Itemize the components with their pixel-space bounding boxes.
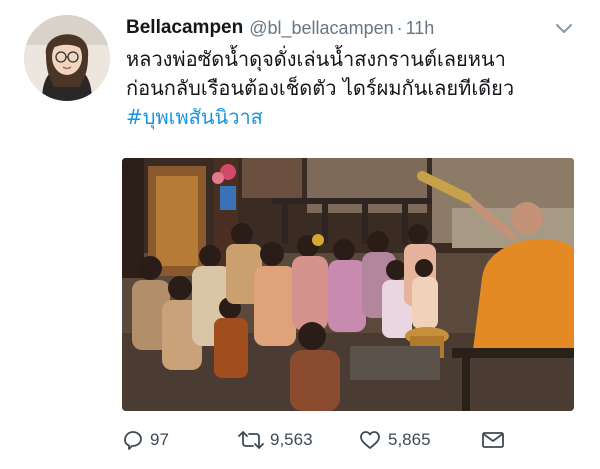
chevron-down-icon[interactable] xyxy=(552,16,576,40)
retweet-button[interactable]: 9,563 xyxy=(238,428,313,452)
display-name[interactable]: Bellacampen xyxy=(126,17,243,39)
tweet-text-line: หลวงพ่อซัดน้ำดุจดั่งเล่นน้ำสงกรานต์เลยหน… xyxy=(126,47,506,71)
retweet-icon xyxy=(238,431,264,449)
tweet-text: หลวงพ่อซัดน้ำดุจดั่งเล่นน้ำสงกรานต์เลยหน… xyxy=(126,45,586,132)
reply-icon xyxy=(124,431,142,450)
separator-dot: · xyxy=(396,17,403,38)
tweet-photo[interactable] xyxy=(122,158,574,411)
reply-button[interactable]: 97 xyxy=(120,428,169,452)
tweet-actions: 97 9,563 5,865 xyxy=(120,428,590,460)
message-icon xyxy=(482,432,504,448)
like-count: 5,865 xyxy=(388,430,431,449)
like-icon xyxy=(360,431,380,449)
photo-image xyxy=(122,158,574,411)
tweet-text-line: ก่อนกลับเรือนต้องเช็ดตัว ไดร์ผมกันเลยทีเ… xyxy=(126,76,515,100)
timestamp[interactable]: 11h xyxy=(406,18,435,39)
avatar[interactable] xyxy=(24,15,110,101)
message-button[interactable] xyxy=(480,428,506,452)
reply-count: 97 xyxy=(150,430,169,449)
avatar-image xyxy=(24,15,110,101)
like-button[interactable]: 5,865 xyxy=(358,428,431,452)
hashtag-link[interactable]: #บุพเพสันนิวาส xyxy=(126,103,586,132)
retweet-count: 9,563 xyxy=(270,430,313,449)
tweet-header: Bellacampen @bl_bellacampen · 11h xyxy=(126,14,586,42)
user-handle[interactable]: @bl_bellacampen xyxy=(249,18,393,39)
